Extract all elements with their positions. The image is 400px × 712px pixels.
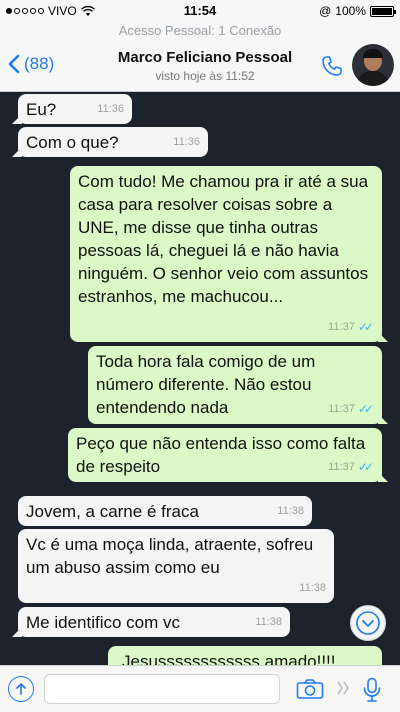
contact-name[interactable]: Marco Feliciano Pessoal (90, 49, 320, 66)
message-text: Peço que não entenda isso como falta de … (76, 434, 366, 476)
message-text: Vc é uma moça linda, atraente, sofreu um… (26, 535, 314, 577)
camera-icon (296, 679, 324, 699)
contact-avatar[interactable] (352, 44, 394, 86)
rotation-lock-icon: @ (319, 4, 332, 18)
message-text: Me identifico com vc (26, 613, 180, 632)
message-outgoing[interactable]: Toda hora fala comigo de um número difer… (88, 346, 388, 424)
message-meta: 11:37 ✓✓ (328, 398, 374, 421)
read-ticks-icon: ✓✓ (357, 320, 374, 334)
battery-icon (370, 5, 396, 17)
read-ticks-icon: ✓✓ (357, 460, 374, 474)
call-button[interactable] (320, 54, 344, 83)
chevron-down-icon (356, 611, 380, 635)
message-input[interactable] (44, 674, 280, 704)
message-time: 11:38 (255, 616, 282, 628)
message-time: 11:38 (277, 505, 304, 517)
connection-banner: Acesso Pessoal: 1 Conexão (0, 22, 400, 40)
status-bar: VIVO 11:54 @ 100% (0, 0, 400, 22)
message-outgoing[interactable]: Jesussssssssssss amado!!!! (108, 646, 382, 665)
back-button[interactable]: (88) (8, 54, 54, 74)
microphone-icon (363, 677, 381, 702)
message-text: Com o que? (26, 133, 119, 152)
arrow-up-icon (16, 683, 26, 695)
message-time: 11:38 (299, 582, 326, 594)
unread-count: (88) (24, 54, 55, 73)
scroll-to-bottom-button[interactable] (350, 605, 386, 641)
status-right: @ 100% (319, 4, 396, 18)
input-bar (0, 665, 400, 712)
message-text: Jesussssssssssss amado!!!! (122, 652, 336, 665)
phone-icon (322, 56, 342, 76)
message-incoming[interactable]: Jovem, a carne é fraca 11:38 (18, 496, 312, 526)
message-text: Eu? (26, 100, 57, 119)
message-incoming[interactable]: Vc é uma moça linda, atraente, sofreu um… (18, 529, 334, 603)
battery-percent: 100% (335, 4, 366, 18)
message-meta: 11:37 ✓✓ (328, 456, 374, 479)
message-outgoing[interactable]: Com tudo! Me chamou pra ir até a sua cas… (70, 166, 388, 342)
chat-area[interactable]: Eu? 11:36 Com o que? 11:36 Com tudo! Me … (0, 92, 400, 665)
chat-header: (88) Marco Feliciano Pessoal visto hoje … (0, 40, 400, 92)
chevron-left-icon (8, 54, 20, 74)
camera-button[interactable] (296, 678, 324, 705)
message-incoming[interactable]: Com o que? 11:36 (12, 127, 208, 157)
message-time: 11:36 (173, 136, 200, 148)
attach-button[interactable] (8, 676, 34, 702)
message-time: 11:36 (97, 103, 124, 115)
sticker-icon (337, 681, 349, 695)
message-text: Toda hora fala comigo de um número difer… (96, 352, 316, 417)
message-text: Com tudo! Me chamou pra ir até a sua cas… (78, 172, 369, 306)
message-incoming[interactable]: Me identifico com vc 11:38 (12, 607, 290, 637)
message-incoming[interactable]: Eu? 11:36 (12, 94, 132, 124)
read-ticks-icon: ✓✓ (357, 402, 374, 416)
message-outgoing[interactable]: Peço que não entenda isso como falta de … (68, 428, 388, 482)
message-meta: 11:37 ✓✓ (328, 316, 374, 339)
message-text: Jovem, a carne é fraca (26, 502, 199, 521)
sticker-button[interactable] (334, 680, 350, 701)
last-seen: visto hoje às 11:52 (155, 69, 255, 83)
microphone-button[interactable] (362, 677, 382, 708)
